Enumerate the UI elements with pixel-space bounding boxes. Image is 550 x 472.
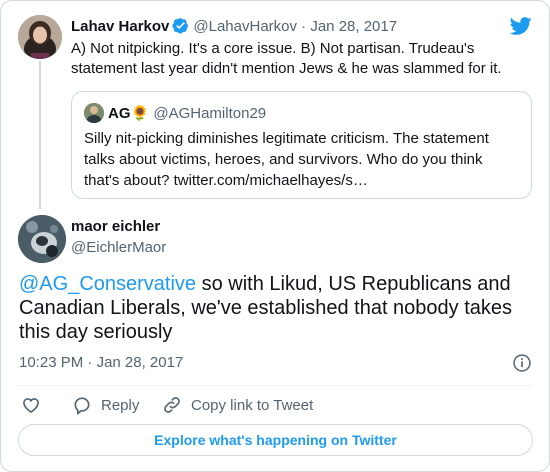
copy-link-button[interactable]: Copy link to Tweet [162, 394, 313, 416]
reply-tweet-header: Lahav Harkov @LahavHarkov · Jan 28, 2017 [71, 17, 397, 35]
twitter-bird-icon[interactable] [509, 15, 533, 37]
reply-tweet-text: A) Not nitpicking. It's a core issue. B)… [71, 39, 531, 79]
info-icon[interactable] [512, 353, 532, 373]
avatar-maor-eichler[interactable] [18, 215, 66, 263]
tweet-time: 10:23 PM [19, 354, 84, 371]
tweet-embed-card: Lahav Harkov @LahavHarkov · Jan 28, 2017 … [0, 0, 550, 472]
mention-link[interactable]: @AG_Conservative [19, 273, 196, 295]
main-author-handle[interactable]: @EichlerMaor [71, 239, 166, 256]
main-text-part: so with Likud, US Republicans and [196, 273, 511, 295]
quoted-tweet-card[interactable]: AG🌻 @AGHamilton29 Silly nit-picking dimi… [71, 91, 532, 199]
divider [18, 385, 532, 386]
heart-icon [23, 398, 39, 414]
main-text-line: this day seriously [19, 321, 173, 343]
reply-author-name[interactable]: Lahav Harkov [71, 18, 169, 35]
avatar-ag [84, 103, 104, 123]
main-author-name[interactable]: maor eichler [71, 218, 160, 235]
reply-date[interactable]: Jan 28, 2017 [310, 18, 397, 35]
sunflower-emoji: 🌻 [130, 105, 150, 122]
reply-icon [74, 397, 90, 415]
explore-twitter-button[interactable]: Explore what's happening on Twitter [18, 424, 533, 456]
copy-link-label: Copy link to Tweet [191, 396, 314, 414]
reply-separator: · [297, 18, 311, 35]
quoted-tweet-header: AG🌻 @AGHamilton29 [108, 104, 266, 122]
quoted-text-line: talks about victims, heroes, and survivo… [84, 151, 483, 168]
tweet-date: Jan 28, 2017 [96, 354, 184, 371]
verified-badge-icon [172, 18, 189, 34]
quoted-text-line: Silly nit-picking diminishes legitimate … [84, 130, 489, 147]
quoted-text-line: that's about? twitter.com/michaelhayes/s… [84, 172, 368, 189]
avatar-lahav-harkov[interactable] [18, 15, 62, 59]
reply-author-handle[interactable]: @LahavHarkov [193, 18, 297, 35]
main-tweet-text: @AG_Conservative so with Likud, US Repub… [19, 272, 534, 344]
thread-connector-line [39, 61, 41, 209]
reply-text-line: statement last year didn't mention Jews … [71, 60, 502, 77]
reply-text-line: A) Not nitpicking. It's a core issue. B)… [71, 40, 475, 57]
tweet-timestamp[interactable]: 10:23 PM · Jan 28, 2017 [19, 354, 183, 371]
main-text-line: Canadian Liberals, we've established tha… [19, 297, 513, 319]
like-button[interactable] [21, 394, 41, 416]
meta-separator: · [83, 354, 97, 371]
quoted-author-handle: @AGHamilton29 [153, 105, 267, 122]
reply-label: Reply [101, 396, 140, 414]
quoted-tweet-text: Silly nit-picking diminishes legitimate … [84, 128, 514, 191]
reply-button[interactable]: Reply [72, 394, 139, 416]
link-icon [164, 397, 180, 413]
quoted-author-name: AG [108, 105, 131, 122]
